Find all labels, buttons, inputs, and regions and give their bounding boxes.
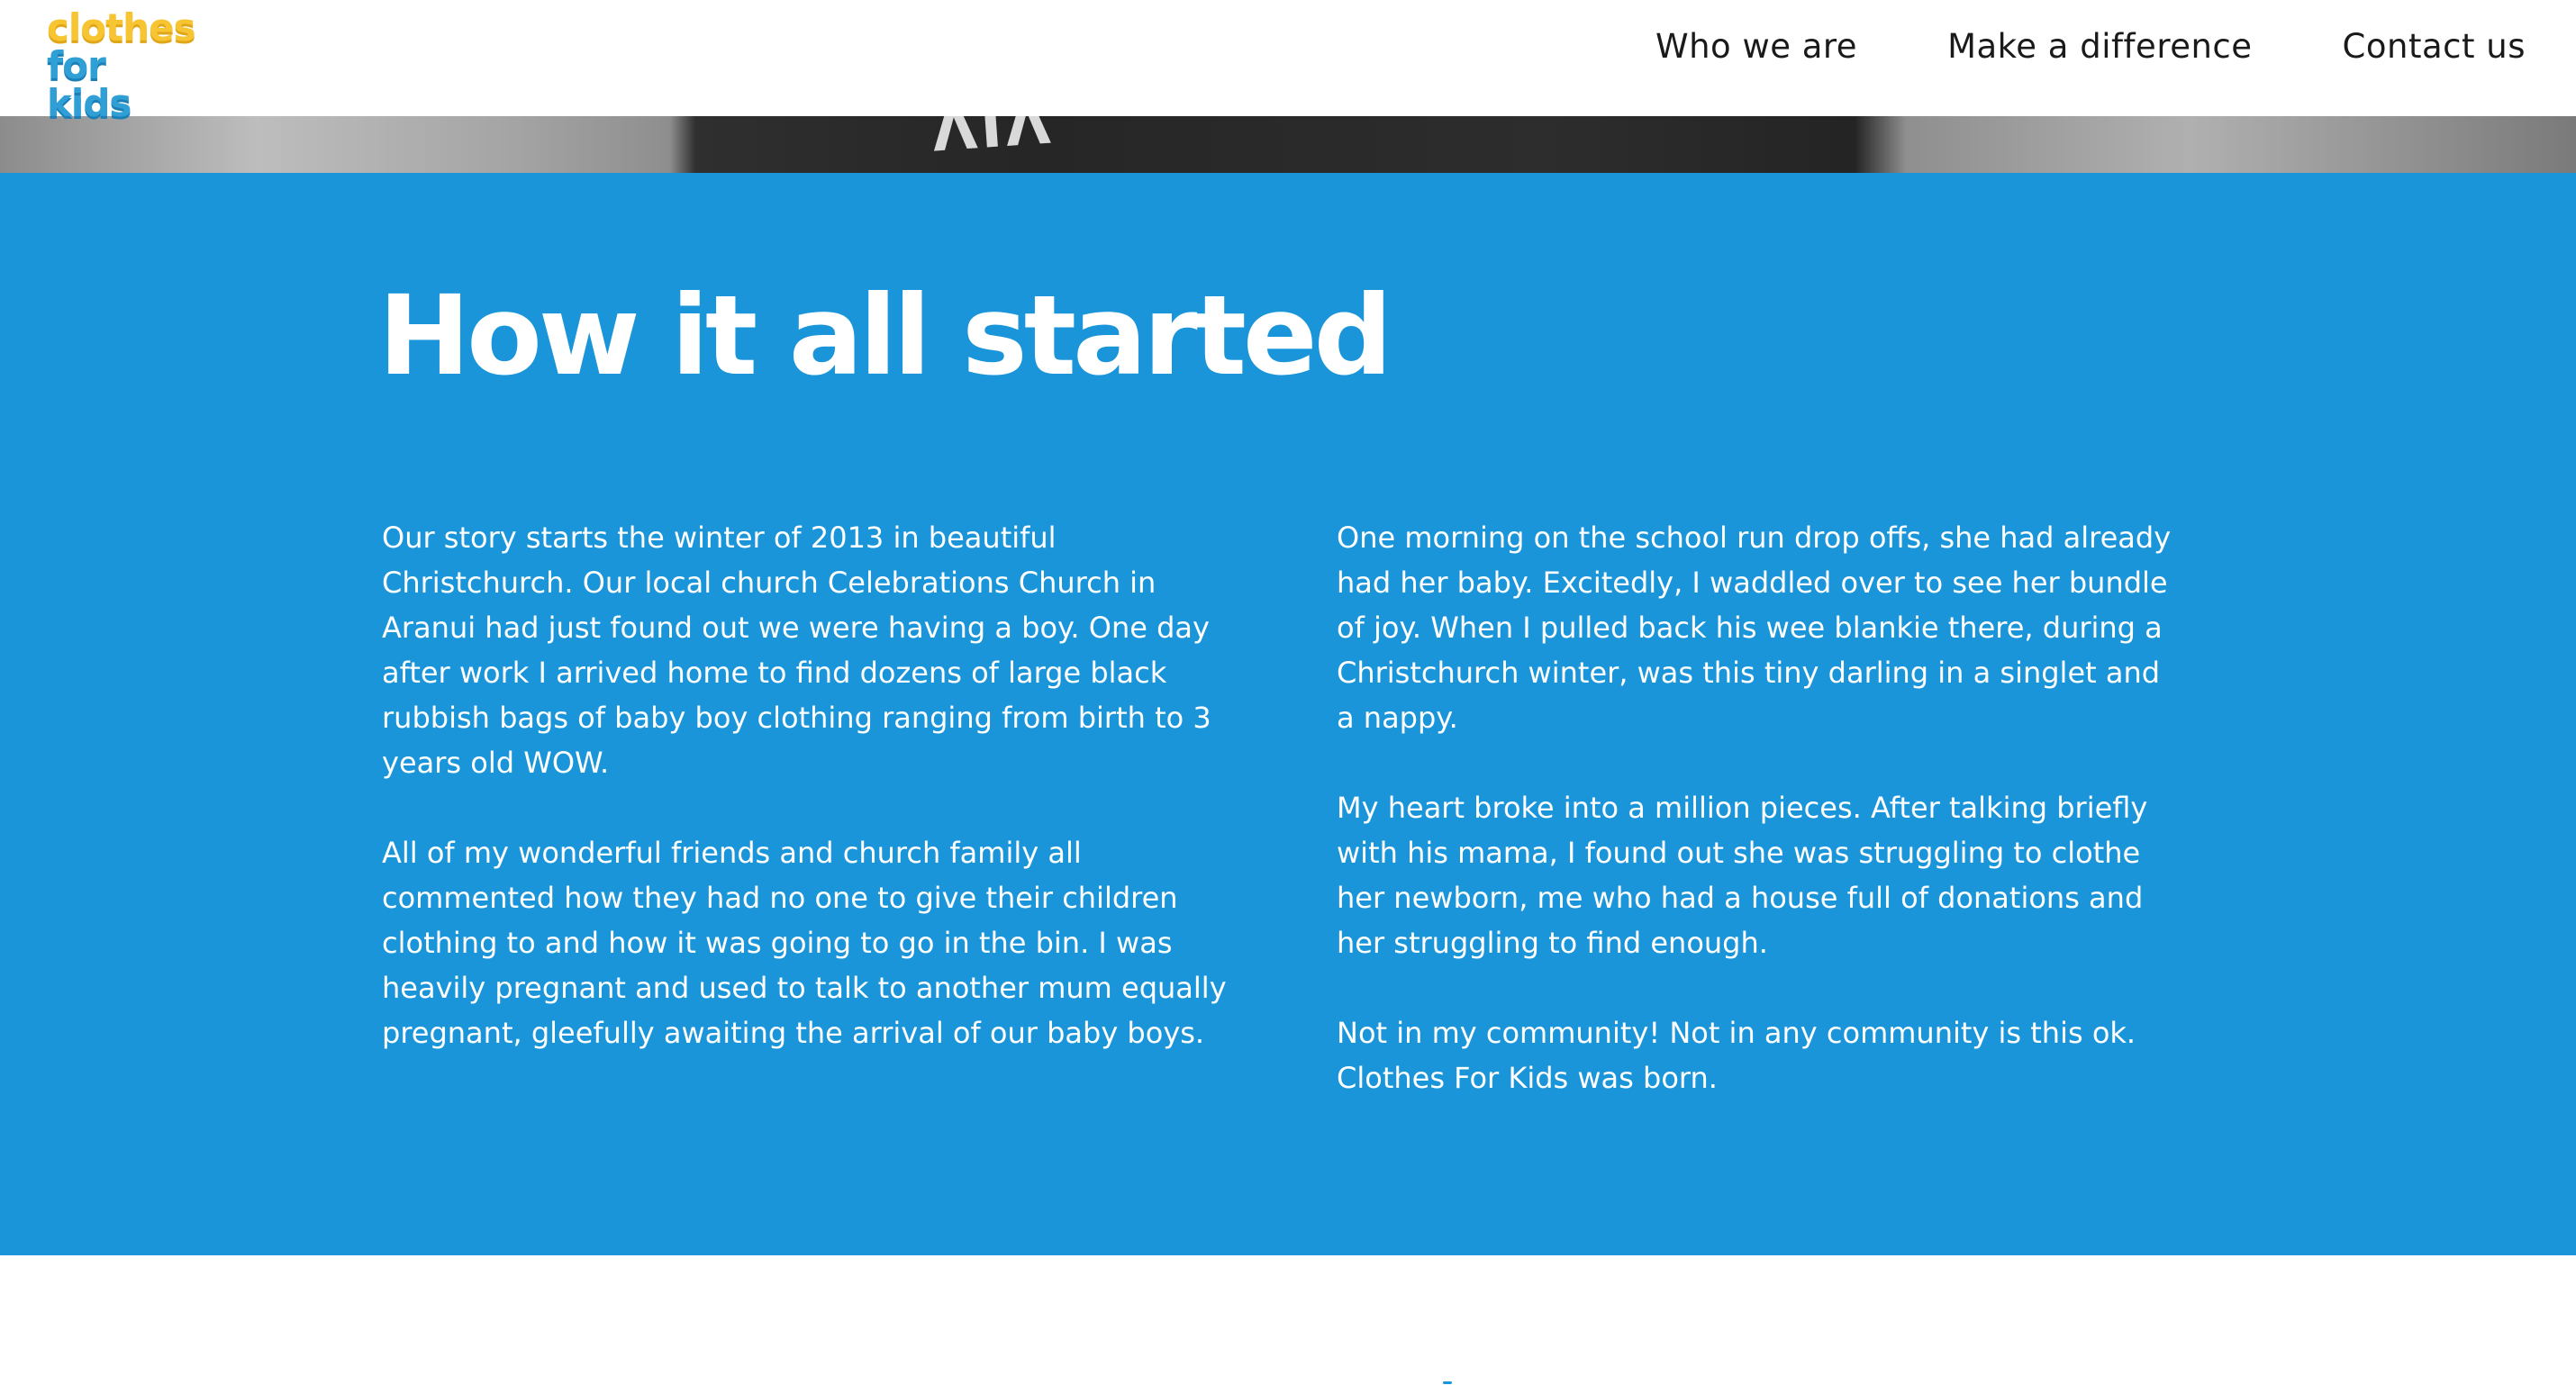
story-paragraph: One morning on the school run drop offs,… [1337, 521, 2172, 735]
next-section-top [0, 1255, 2576, 1385]
main-nav: Who we are Make a difference Contact us [1655, 27, 2526, 66]
story-paragraph: Our story starts the winter of 2013 in b… [382, 521, 1211, 780]
logo-line-clothes: clothes [47, 5, 196, 50]
story-paragraph: Not in my community! Not in any communit… [1337, 1016, 2136, 1095]
how-it-started-section: How it all started Our story starts the … [0, 173, 2576, 1255]
shirt-print-decoration: ΛΙΛ [930, 116, 1057, 166]
story-right-column: One morning on the school run drop offs,… [1337, 515, 2183, 1145]
nav-who-we-are[interactable]: Who we are [1655, 27, 1857, 66]
nav-contact-us[interactable]: Contact us [2343, 27, 2526, 66]
logo-line-for-kids: for kids [47, 43, 132, 125]
story-left-column: Our story starts the winter of 2013 in b… [382, 515, 1229, 1100]
story-paragraph: My heart broke into a million pieces. Af… [1337, 791, 2148, 960]
story-paragraph: All of my wonderful friends and church f… [382, 836, 1227, 1050]
nav-make-a-difference[interactable]: Make a difference [1947, 27, 2252, 66]
section-title: How it all started [378, 272, 1392, 400]
hero-photo-strip: ΛΙΛ [0, 116, 2576, 173]
section-divider-mark [1443, 1381, 1452, 1384]
site-header: clothes for kids Who we are Make a diffe… [0, 0, 2576, 122]
clothes-for-kids-logo[interactable]: clothes for kids [47, 5, 200, 122]
